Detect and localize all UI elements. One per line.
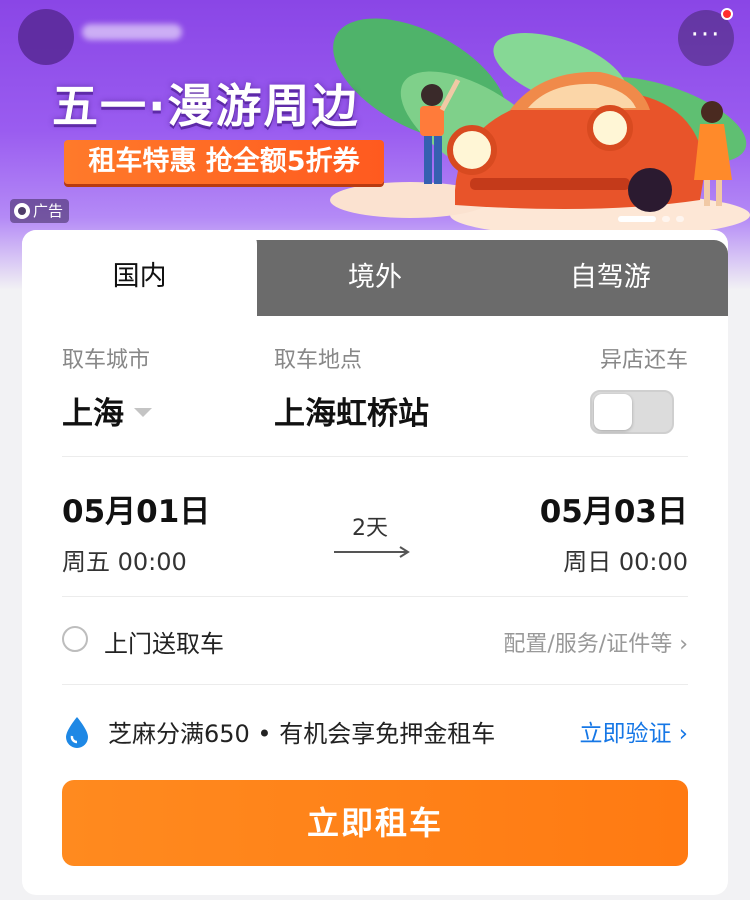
ad-badge: 广告 (10, 199, 70, 223)
blurred-username (82, 24, 182, 40)
return-weekday-time[interactable]: 周日 00:00 (563, 542, 688, 577)
carousel-indicator (618, 216, 684, 222)
pickup-location-value[interactable]: 上海虹桥站 (274, 388, 429, 433)
banner-promo-tag: 租车特惠 抢全额5折券 (64, 140, 384, 184)
divider (62, 596, 688, 597)
region-tabs: 国内 境外 自驾游 (22, 230, 728, 316)
credit-row: 芝麻分满650 • 有机会享免押金租车 立即验证 › (22, 686, 728, 776)
chevron-down-icon (134, 408, 152, 417)
tab-domestic[interactable]: 国内 (22, 230, 258, 316)
door-service-row: 上门送取车 配置/服务/证件等 › (22, 598, 728, 684)
pickup-date[interactable]: 05月01日 (62, 486, 210, 531)
sesame-credit-text: 芝麻分满650 • 有机会享免押金租车 (108, 720, 496, 748)
different-store-return-label: 异店还车 (599, 348, 688, 373)
toggle-knob (594, 394, 632, 430)
banner-title: 五一·漫游周边 (52, 79, 360, 133)
rent-now-button[interactable]: 立即租车 (62, 780, 688, 866)
pickup-row: 取车城市 上海 取车地点 上海虹桥站 异店还车 (22, 316, 728, 456)
carousel-dot (662, 216, 670, 222)
water-drop-icon (66, 717, 88, 748)
ad-icon (14, 203, 30, 219)
carousel-dot-active (618, 216, 656, 222)
tab-overseas[interactable]: 境外 (257, 240, 492, 316)
ad-label: 广告 (33, 202, 64, 220)
pickup-city-label: 取车城市 (62, 348, 151, 373)
avatar[interactable] (18, 9, 74, 65)
door-service-radio[interactable] (62, 626, 88, 652)
config-service-link[interactable]: 配置/服务/证件等 › (503, 626, 688, 658)
date-row: 05月01日 周五 00:00 2天 05月03日 周日 00:00 (22, 458, 728, 598)
arrow-right-icon (334, 546, 410, 558)
divider (62, 456, 688, 457)
divider (62, 684, 688, 685)
notification-dot-icon (721, 8, 733, 20)
pickup-city-selector[interactable]: 上海 (62, 388, 152, 433)
pickup-city-value: 上海 (62, 396, 124, 432)
verify-now-link[interactable]: 立即验证 › (579, 714, 688, 748)
door-service-label[interactable]: 上门送取车 (104, 624, 224, 659)
pickup-location-label: 取车地点 (274, 348, 363, 373)
return-date[interactable]: 05月03日 (540, 486, 688, 531)
pickup-weekday-time[interactable]: 周五 00:00 (62, 542, 187, 577)
different-store-return-toggle[interactable] (590, 390, 674, 434)
rental-form-card: 国内 境外 自驾游 取车城市 上海 取车地点 上海虹桥站 异店还车 05月01日… (22, 230, 728, 895)
rental-duration: 2天 (352, 516, 388, 541)
carousel-dot (676, 216, 684, 222)
tab-self-drive[interactable]: 自驾游 (493, 240, 728, 316)
car-rental-screen: ··· 五一·漫游周边 租车特惠 抢全额5折券 广告 国内 境外 自驾游 取车城… (0, 0, 750, 900)
